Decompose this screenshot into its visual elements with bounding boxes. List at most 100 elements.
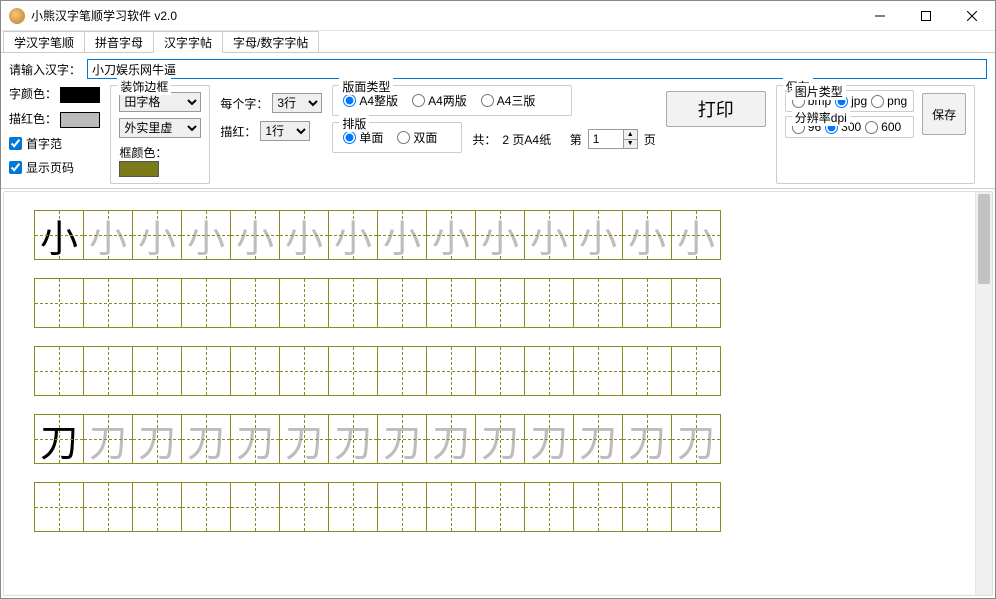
maximize-button[interactable] [903,1,949,30]
grid-cell: 小 [83,210,133,260]
img-type-png[interactable]: png [871,94,907,108]
grid-cell [34,482,84,532]
grid-cell [132,346,182,396]
grid-cell: 小 [132,210,182,260]
grid-cell: 小 [328,210,378,260]
grid-cell: 小 [475,210,525,260]
frame-color-swatch[interactable] [119,161,159,177]
grid-cell [279,278,329,328]
page-info: 共：2 页A4纸 第 ▲▼ 页 [472,129,655,153]
trace-char: 刀 [574,415,622,463]
text-color-swatch[interactable] [60,87,100,103]
trace-char: 小 [182,211,230,259]
spin-up-icon[interactable]: ▲ [624,130,637,140]
grid-cell: 刀 [328,414,378,464]
grid-cell: 刀 [524,414,574,464]
grid-cell [573,482,623,532]
print-button[interactable]: 打印 [666,91,766,127]
grid-style-select[interactable]: 田字格 [119,92,201,112]
tab-letter-number[interactable]: 字母/数字字帖 [222,31,319,52]
grid-cell [426,346,476,396]
grid-cell [83,482,133,532]
tab-stroke-order[interactable]: 学汉字笔顺 [3,31,85,52]
tab-pinyin[interactable]: 拼音字母 [84,31,154,52]
hanzi-input-label: 请输入汉字： [9,61,81,78]
page-spinner[interactable]: ▲▼ [588,129,638,149]
grid-cell [377,346,427,396]
trace-color-label: 描红色： [9,112,57,126]
page-type-a4-two[interactable]: A4两版 [412,92,467,109]
grid-row: 小小小小小小小小小小小小小小 [34,210,945,260]
line-style-select[interactable]: 外实里虚 [119,118,201,138]
grid-cell [475,278,525,328]
grid-cell: 小 [622,210,672,260]
grid-cell [328,482,378,532]
show-page-no-checkbox[interactable]: 显示页码 [9,159,100,176]
trace-char: 刀 [280,415,328,463]
grid-cell [181,346,231,396]
trace-char: 刀 [84,415,132,463]
grid-cell: 小 [230,210,280,260]
grid-cell [83,278,133,328]
grid-cell: 刀 [279,414,329,464]
app-icon [9,8,25,24]
grid-cell: 刀 [426,414,476,464]
minimize-button[interactable] [857,1,903,30]
grid-cell [377,278,427,328]
grid-cell [230,278,280,328]
grid-cell [34,278,84,328]
grid-row [34,278,945,328]
grid-cell: 小 [426,210,476,260]
trace-char: 小 [574,211,622,259]
per-char-label: 每个字： [220,95,268,112]
trace-char: 刀 [623,415,671,463]
trace-char: 小 [672,211,720,259]
copybook-sheet: 小小小小小小小小小小小小小小刀刀刀刀刀刀刀刀刀刀刀刀刀刀 [4,192,975,595]
trace-char: 刀 [378,415,426,463]
page-type-a4-three[interactable]: A4三版 [481,92,536,109]
grid-cell: 小 [181,210,231,260]
trace-char: 刀 [525,415,573,463]
rows-per-char-select[interactable]: 3行 [272,93,322,113]
grid-cell: 刀 [671,414,721,464]
grid-cell: 小 [671,210,721,260]
scrollbar-thumb[interactable] [978,194,990,284]
spin-down-icon[interactable]: ▼ [624,140,637,149]
save-button[interactable]: 保存 [922,93,966,135]
trace-char: 小 [623,211,671,259]
hanzi-input[interactable] [87,59,987,79]
dpi-600[interactable]: 600 [865,120,901,134]
trace-rows-select[interactable]: 1行 [260,121,310,141]
trace-color-swatch[interactable] [60,112,100,128]
close-button[interactable] [949,1,995,30]
first-char-model-checkbox[interactable]: 首字范 [9,135,100,152]
grid-cell [328,346,378,396]
grid-cell [132,278,182,328]
page-type-group: 版面类型 A4整版 A4两版 A4三版 [332,85,572,116]
trace-char: 小 [280,211,328,259]
grid-cell [132,482,182,532]
trace-char: 小 [329,211,377,259]
trace-char: 刀 [427,415,475,463]
title-bar: 小熊汉字笔顺学习软件 v2.0 [1,1,995,31]
grid-cell: 刀 [34,414,84,464]
trace-char: 小 [525,211,573,259]
grid-cell [573,346,623,396]
grid-cell: 刀 [573,414,623,464]
trace-char: 刀 [672,415,720,463]
grid-cell [230,482,280,532]
grid-cell [279,346,329,396]
grid-cell [524,278,574,328]
trace-char: 小 [133,211,181,259]
grid-cell: 刀 [622,414,672,464]
layout-double[interactable]: 双面 [397,129,437,146]
model-char: 小 [35,211,83,259]
dpi-group: 分辨率dpi 96 300 600 [785,116,914,138]
tab-hanzi-copybook[interactable]: 汉字字帖 [153,31,223,53]
grid-cell [328,278,378,328]
grid-cell: 刀 [132,414,182,464]
grid-cell: 刀 [230,414,280,464]
trace-char: 刀 [133,415,181,463]
grid-cell [622,346,672,396]
vertical-scrollbar[interactable] [975,192,992,595]
